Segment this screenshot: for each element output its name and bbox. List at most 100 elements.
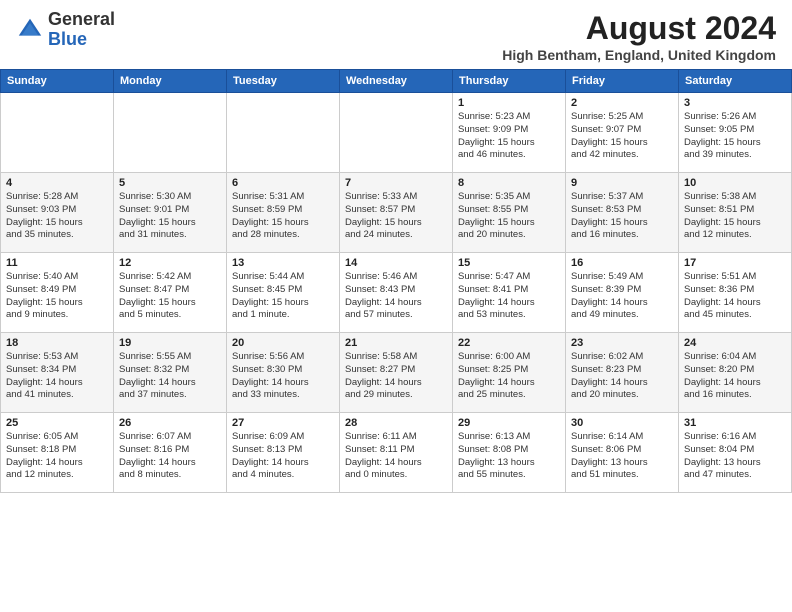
- day-number: 19: [119, 337, 221, 349]
- month-year-title: August 2024: [502, 10, 776, 47]
- day-info: Sunrise: 5:58 AM Sunset: 8:27 PM Dayligh…: [345, 351, 447, 402]
- day-info: Sunrise: 6:11 AM Sunset: 8:11 PM Dayligh…: [345, 431, 447, 482]
- day-number: 1: [458, 97, 560, 109]
- day-info: Sunrise: 6:13 AM Sunset: 8:08 PM Dayligh…: [458, 431, 560, 482]
- day-number: 27: [232, 417, 334, 429]
- calendar-cell: 9 Sunrise: 5:37 AM Sunset: 8:53 PM Daylig…: [566, 173, 679, 253]
- calendar-cell: 17Sunrise: 5:51 AM Sunset: 8:36 PM Dayli…: [679, 253, 792, 333]
- calendar-cell: 4 Sunrise: 5:28 AM Sunset: 9:03 PM Daylig…: [1, 173, 114, 253]
- day-info: Sunrise: 5:40 AM Sunset: 8:49 PM Dayligh…: [6, 271, 108, 322]
- day-info: Sunrise: 5:25 AM Sunset: 9:07 PM Dayligh…: [571, 111, 673, 162]
- day-number: 31: [684, 417, 786, 429]
- page-header: General Blue August 2024 High Bentham, E…: [0, 0, 792, 69]
- day-number: 6: [232, 177, 334, 189]
- day-info: Sunrise: 5:46 AM Sunset: 8:43 PM Dayligh…: [345, 271, 447, 322]
- location-subtitle: High Bentham, England, United Kingdom: [502, 47, 776, 63]
- logo-general-text: General: [48, 9, 115, 29]
- day-number: 7: [345, 177, 447, 189]
- day-info: Sunrise: 5:42 AM Sunset: 8:47 PM Dayligh…: [119, 271, 221, 322]
- calendar-cell: 15Sunrise: 5:47 AM Sunset: 8:41 PM Dayli…: [453, 253, 566, 333]
- calendar-cell: 5Sunrise: 5:30 AM Sunset: 9:01 PM Daylig…: [114, 173, 227, 253]
- day-number: 17: [684, 257, 786, 269]
- calendar-cell: [340, 93, 453, 173]
- day-info: Sunrise: 5:31 AM Sunset: 8:59 PM Dayligh…: [232, 191, 334, 242]
- calendar-cell: 12 Sunrise: 5:42 AM Sunset: 8:47 PM Dayli…: [114, 253, 227, 333]
- day-number: 16: [571, 257, 673, 269]
- logo: General Blue: [16, 10, 115, 50]
- calendar-cell: 23Sunrise: 6:02 AM Sunset: 8:23 PM Dayli…: [566, 333, 679, 413]
- day-number: 9: [571, 177, 673, 189]
- day-info: Sunrise: 5:53 AM Sunset: 8:34 PM Dayligh…: [6, 351, 108, 402]
- day-info: Sunrise: 5:26 AM Sunset: 9:05 PM Dayligh…: [684, 111, 786, 162]
- calendar-cell: 18 Sunrise: 5:53 AM Sunset: 8:34 PM Dayli…: [1, 333, 114, 413]
- day-number: 15: [458, 257, 560, 269]
- calendar-week-row: 1 Sunrise: 5:23 AM Sunset: 9:09 PM Daylig…: [1, 93, 792, 173]
- calendar-cell: 25 Sunrise: 6:05 AM Sunset: 8:18 PM Dayli…: [1, 413, 114, 493]
- day-info: Sunrise: 6:09 AM Sunset: 8:13 PM Dayligh…: [232, 431, 334, 482]
- day-number: 20: [232, 337, 334, 349]
- day-number: 2: [571, 97, 673, 109]
- logo-icon: [16, 16, 44, 44]
- calendar-cell: 28 Sunrise: 6:11 AM Sunset: 8:11 PM Dayli…: [340, 413, 453, 493]
- calendar-week-row: 18 Sunrise: 5:53 AM Sunset: 8:34 PM Dayli…: [1, 333, 792, 413]
- calendar-cell: [1, 93, 114, 173]
- calendar-week-row: 4 Sunrise: 5:28 AM Sunset: 9:03 PM Daylig…: [1, 173, 792, 253]
- day-info: Sunrise: 5:23 AM Sunset: 9:09 PM Dayligh…: [458, 111, 560, 162]
- day-info: Sunrise: 6:14 AM Sunset: 8:06 PM Dayligh…: [571, 431, 673, 482]
- calendar-cell: 13 Sunrise: 5:44 AM Sunset: 8:45 PM Dayli…: [227, 253, 340, 333]
- calendar-week-row: 11Sunrise: 5:40 AM Sunset: 8:49 PM Dayli…: [1, 253, 792, 333]
- day-number: 3: [684, 97, 786, 109]
- calendar-cell: 8Sunrise: 5:35 AM Sunset: 8:55 PM Daylig…: [453, 173, 566, 253]
- calendar-cell: 3 Sunrise: 5:26 AM Sunset: 9:05 PM Daylig…: [679, 93, 792, 173]
- calendar-cell: 2 Sunrise: 5:25 AM Sunset: 9:07 PM Daylig…: [566, 93, 679, 173]
- day-of-week-header: Thursday: [453, 70, 566, 93]
- calendar-cell: 1 Sunrise: 5:23 AM Sunset: 9:09 PM Daylig…: [453, 93, 566, 173]
- calendar-cell: 31 Sunrise: 6:16 AM Sunset: 8:04 PM Dayli…: [679, 413, 792, 493]
- day-of-week-header: Monday: [114, 70, 227, 93]
- calendar-cell: 11Sunrise: 5:40 AM Sunset: 8:49 PM Dayli…: [1, 253, 114, 333]
- day-of-week-header: Wednesday: [340, 70, 453, 93]
- calendar-cell: 26 Sunrise: 6:07 AM Sunset: 8:16 PM Dayli…: [114, 413, 227, 493]
- day-info: Sunrise: 5:56 AM Sunset: 8:30 PM Dayligh…: [232, 351, 334, 402]
- day-number: 25: [6, 417, 108, 429]
- day-info: Sunrise: 5:38 AM Sunset: 8:51 PM Dayligh…: [684, 191, 786, 242]
- title-block: August 2024 High Bentham, England, Unite…: [502, 10, 776, 63]
- day-info: Sunrise: 6:04 AM Sunset: 8:20 PM Dayligh…: [684, 351, 786, 402]
- calendar-cell: 10Sunrise: 5:38 AM Sunset: 8:51 PM Dayli…: [679, 173, 792, 253]
- calendar-cell: 24Sunrise: 6:04 AM Sunset: 8:20 PM Dayli…: [679, 333, 792, 413]
- calendar-cell: 19 Sunrise: 5:55 AM Sunset: 8:32 PM Dayli…: [114, 333, 227, 413]
- calendar-cell: 6 Sunrise: 5:31 AM Sunset: 8:59 PM Daylig…: [227, 173, 340, 253]
- day-number: 14: [345, 257, 447, 269]
- day-info: Sunrise: 5:44 AM Sunset: 8:45 PM Dayligh…: [232, 271, 334, 322]
- calendar-cell: 20 Sunrise: 5:56 AM Sunset: 8:30 PM Dayli…: [227, 333, 340, 413]
- day-of-week-header: Sunday: [1, 70, 114, 93]
- day-info: Sunrise: 5:33 AM Sunset: 8:57 PM Dayligh…: [345, 191, 447, 242]
- day-number: 12: [119, 257, 221, 269]
- day-number: 26: [119, 417, 221, 429]
- day-number: 18: [6, 337, 108, 349]
- day-info: Sunrise: 6:07 AM Sunset: 8:16 PM Dayligh…: [119, 431, 221, 482]
- day-number: 4: [6, 177, 108, 189]
- calendar-cell: 14 Sunrise: 5:46 AM Sunset: 8:43 PM Dayli…: [340, 253, 453, 333]
- day-number: 5: [119, 177, 221, 189]
- day-info: Sunrise: 5:55 AM Sunset: 8:32 PM Dayligh…: [119, 351, 221, 402]
- day-info: Sunrise: 5:49 AM Sunset: 8:39 PM Dayligh…: [571, 271, 673, 322]
- day-of-week-header: Friday: [566, 70, 679, 93]
- day-of-week-header: Saturday: [679, 70, 792, 93]
- calendar-header-row: SundayMondayTuesdayWednesdayThursdayFrid…: [1, 70, 792, 93]
- day-info: Sunrise: 6:16 AM Sunset: 8:04 PM Dayligh…: [684, 431, 786, 482]
- day-info: Sunrise: 5:28 AM Sunset: 9:03 PM Dayligh…: [6, 191, 108, 242]
- day-number: 30: [571, 417, 673, 429]
- logo-blue-text: Blue: [48, 29, 87, 49]
- day-number: 28: [345, 417, 447, 429]
- day-number: 8: [458, 177, 560, 189]
- calendar-cell: 27 Sunrise: 6:09 AM Sunset: 8:13 PM Dayli…: [227, 413, 340, 493]
- calendar-cell: 16 Sunrise: 5:49 AM Sunset: 8:39 PM Dayli…: [566, 253, 679, 333]
- calendar-cell: 22Sunrise: 6:00 AM Sunset: 8:25 PM Dayli…: [453, 333, 566, 413]
- day-of-week-header: Tuesday: [227, 70, 340, 93]
- day-info: Sunrise: 5:37 AM Sunset: 8:53 PM Dayligh…: [571, 191, 673, 242]
- calendar-cell: 21Sunrise: 5:58 AM Sunset: 8:27 PM Dayli…: [340, 333, 453, 413]
- day-number: 13: [232, 257, 334, 269]
- day-number: 22: [458, 337, 560, 349]
- day-info: Sunrise: 6:05 AM Sunset: 8:18 PM Dayligh…: [6, 431, 108, 482]
